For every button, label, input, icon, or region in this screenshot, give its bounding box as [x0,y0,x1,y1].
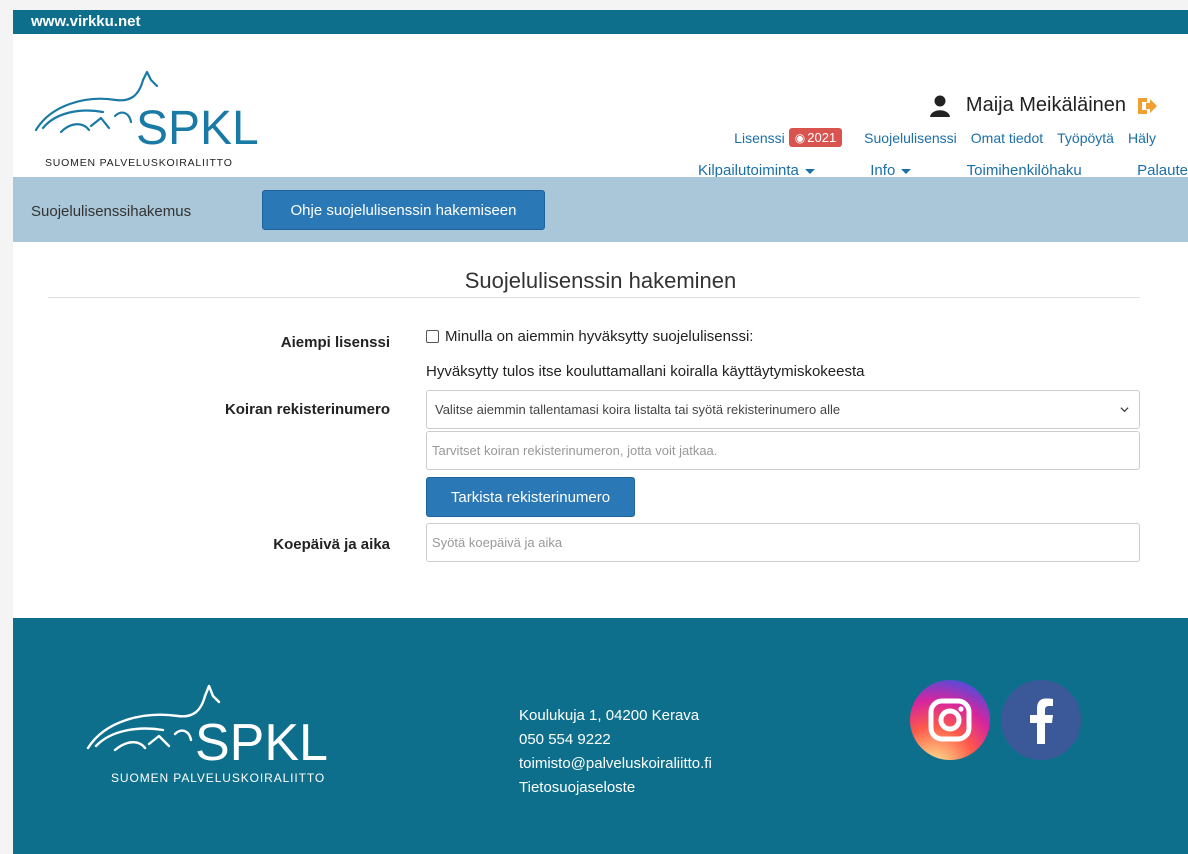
caret-down-icon [901,168,912,174]
spkl-logo[interactable]: SPKL SUOMEN PALVELUSKOIRALIITTO [31,50,281,175]
nav-suojelulisenssi[interactable]: Suojelulisenssi [864,130,957,146]
reg-number-placeholder: Tarvitset koiran rekisterinumeron, jotta… [432,443,718,458]
facebook-icon[interactable] [1001,680,1081,760]
instagram-icon[interactable] [910,680,990,760]
header: SPKL SUOMEN PALVELUSKOIRALIITTO Maija Me… [13,34,1188,179]
email[interactable]: toimisto@palveluskoiraliitto.fi [519,752,712,776]
facebook-glyph [1030,698,1053,744]
site-url-bar: www.virkku.net [13,10,1188,34]
instagram-glyph [928,698,972,742]
footer: SPKL SUOMEN PALVELUSKOIRALIITTO Koulukuj… [13,618,1188,854]
nav-license[interactable]: Lisenssi ◉ 2021 [734,128,843,147]
help-button[interactable]: Ohje suojelulisenssin hakemiseen [262,190,545,230]
contact-info: Koulukuja 1, 04200 Kerava 050 554 9222 t… [519,704,712,800]
test-date-input[interactable]: Syötä koepäivä ja aika [426,523,1140,562]
nav-license-label: Lisenssi [734,129,785,146]
footer-logo-subtitle: SUOMEN PALVELUSKOIRALIITTO [111,771,325,785]
test-date-label: Koepäivä ja aika [273,536,390,553]
nav-omat-tiedot[interactable]: Omat tiedot [971,130,1043,146]
logo-subtitle: SUOMEN PALVELUSKOIRALIITTO [45,157,233,169]
nav-haly[interactable]: Häly [1128,130,1156,146]
reg-number-label: Koiran rekisterinumero [224,401,390,418]
license-badge: ◉ 2021 [788,128,843,147]
footer-spkl-logo[interactable]: SPKL SUOMEN PALVELUSKOIRALIITTO [83,676,373,786]
check-reg-number-button[interactable]: Tarkista rekisterinumero [426,477,635,517]
eye-slash-icon: ◉ [794,130,806,145]
page-title: Suojelulisenssin hakeminen [464,268,737,293]
divider [48,297,1140,298]
logo-wordmark: SPKL [136,102,259,155]
dog-select[interactable]: Valitse aiemmin tallentamasi koira lista… [426,390,1140,429]
prev-license-label: Aiempi lisenssi [280,334,390,351]
logout-icon[interactable] [1136,96,1158,116]
top-nav: Lisenssi ◉ 2021 Suojelulisenssi Omat tie… [734,128,1156,147]
page: www.virkku.net SPKL SUOMEN PALVELUSKOIRA… [13,10,1188,854]
license-badge-year: 2021 [807,130,837,145]
user-icon [929,95,950,117]
help-text: Hyväksytty tulos itse kouluttamallani ko… [426,363,865,380]
caret-down-icon [804,168,815,174]
nav-tyopoyta[interactable]: Työpöytä [1057,130,1114,146]
reg-number-input[interactable]: Tarvitset koiran rekisterinumeron, jotta… [426,431,1140,470]
breadcrumb: Suojelulisenssihakemus [31,203,192,220]
prev-license-checkbox[interactable] [426,330,439,343]
privacy-link[interactable]: Tietosuojaseloste [519,776,712,800]
chevron-down-icon [1120,407,1129,413]
test-date-placeholder: Syötä koepäivä ja aika [432,535,563,550]
prev-license-checkbox-row[interactable]: Minulla on aiemmin hyväksytty suojelulis… [426,328,753,345]
sub-navigation-bar: Suojelulisenssihakemus Ohje suojelulisen… [13,177,1188,242]
dog-select-value: Valitse aiemmin tallentamasi koira lista… [435,402,841,417]
address: Koulukuja 1, 04200 Kerava [519,707,700,724]
user-menu: Maija Meikäläinen [929,94,1158,117]
user-name[interactable]: Maija Meikäläinen [966,94,1126,117]
footer-logo-wordmark: SPKL [195,714,328,772]
phone[interactable]: 050 554 9222 [519,728,712,752]
prev-license-checkbox-label: Minulla on aiemmin hyväksytty suojelulis… [445,328,754,345]
site-url[interactable]: www.virkku.net [31,13,140,30]
